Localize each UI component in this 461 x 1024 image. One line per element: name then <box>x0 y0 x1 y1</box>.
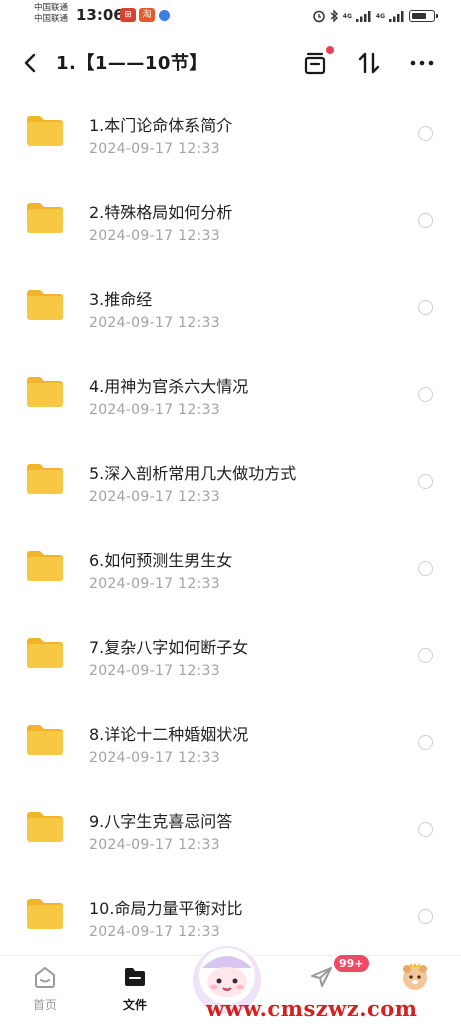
file-name: 3.推命经 <box>89 290 153 309</box>
send-icon <box>311 967 332 987</box>
select-radio[interactable] <box>418 735 433 750</box>
notification-dot-icon <box>159 10 170 21</box>
file-row[interactable]: 2.特殊格局如何分析 2024-09-17 12:33 <box>0 173 461 260</box>
messages-badge: 99+ <box>334 955 369 972</box>
file-name: 10.命局力量平衡对比 <box>89 899 243 918</box>
folder-icon <box>27 290 63 320</box>
back-button[interactable] <box>18 50 44 76</box>
folder-icon <box>27 464 63 494</box>
file-name: 4.用神为官杀六大情况 <box>89 377 249 396</box>
file-name: 1.本门论命体系简介 <box>89 116 233 135</box>
select-radio[interactable] <box>418 300 433 315</box>
signal-1-label: 4G <box>342 12 352 20</box>
file-date: 2024-09-17 12:33 <box>89 663 220 679</box>
file-date: 2024-09-17 12:33 <box>89 837 220 853</box>
folder-icon <box>27 638 63 668</box>
file-row[interactable]: 6.如何预测生男生女 2024-09-17 12:33 <box>0 521 461 608</box>
avatar-icon <box>403 963 427 990</box>
sort-button[interactable] <box>354 48 384 78</box>
select-radio[interactable] <box>418 909 433 924</box>
file-date: 2024-09-17 12:33 <box>89 489 220 505</box>
file-row[interactable]: 5.深入剖析常用几大做功方式 2024-09-17 12:33 <box>0 434 461 521</box>
folder-icon <box>27 377 63 407</box>
nav-files-label: 文件 <box>122 998 147 1012</box>
transfer-list-icon <box>304 52 326 75</box>
folder-nav-icon <box>125 968 145 986</box>
transfer-list-button[interactable] <box>300 46 334 78</box>
watermark: www.cmszwz.com <box>206 996 418 1021</box>
folder-icon <box>27 725 63 755</box>
select-radio[interactable] <box>418 561 433 576</box>
more-icon <box>410 60 434 66</box>
folder-icon <box>27 899 63 929</box>
file-date: 2024-09-17 12:33 <box>89 228 220 244</box>
file-name: 2.特殊格局如何分析 <box>89 203 233 222</box>
taobao-notification-icon: 淘 <box>139 8 155 22</box>
more-button[interactable] <box>407 48 437 78</box>
battery-icon <box>409 10 438 22</box>
notification-app-icon: ⊞ <box>120 8 136 22</box>
file-row[interactable]: 1.本门论命体系简介 2024-09-17 12:33 <box>0 86 461 173</box>
select-radio[interactable] <box>418 213 433 228</box>
select-radio[interactable] <box>418 822 433 837</box>
alarm-icon <box>313 10 325 23</box>
file-date: 2024-09-17 12:33 <box>89 750 220 766</box>
file-row[interactable]: 8.详论十二种婚姻状况 2024-09-17 12:33 <box>0 695 461 782</box>
signal-1-icon <box>355 11 371 22</box>
carrier-1: 中国联通 <box>34 3 69 13</box>
file-row[interactable]: 9.八字生克喜忌问答 2024-09-17 12:33 <box>0 782 461 869</box>
nav-home[interactable]: 首页 <box>15 956 75 1024</box>
folder-icon <box>27 551 63 581</box>
page-title: 1.【1——10节】 <box>56 53 208 74</box>
nav-home-label: 首页 <box>32 998 57 1012</box>
folder-icon <box>27 812 63 842</box>
file-date: 2024-09-17 12:33 <box>89 315 220 331</box>
select-radio[interactable] <box>418 126 433 141</box>
file-date: 2024-09-17 12:33 <box>89 402 220 418</box>
file-date: 2024-09-17 12:33 <box>89 576 220 592</box>
file-name: 8.详论十二种婚姻状况 <box>89 725 249 744</box>
file-row[interactable]: 7.复杂八字如何断子女 2024-09-17 12:33 <box>0 608 461 695</box>
select-radio[interactable] <box>418 474 433 489</box>
carrier-2: 中国联通 <box>34 14 69 24</box>
status-time: 13:06 <box>76 6 124 24</box>
notification-dot <box>326 46 334 54</box>
signal-2-label: 4G <box>375 12 385 20</box>
home-icon <box>35 966 55 988</box>
status-bar: 中国联通 中国联通 13:06 ⊞ 淘 4G 4G <box>0 0 461 34</box>
sort-icon <box>358 52 380 74</box>
bluetooth-icon <box>330 9 338 23</box>
folder-icon <box>27 203 63 233</box>
page-header: 1.【1——10节】 <box>0 38 461 86</box>
file-row[interactable]: 3.推命经 2024-09-17 12:33 <box>0 260 461 347</box>
file-name: 7.复杂八字如何断子女 <box>89 638 249 657</box>
signal-2-icon <box>389 11 404 22</box>
nav-files[interactable]: 文件 <box>105 956 165 1024</box>
file-row[interactable]: 4.用神为官杀六大情况 2024-09-17 12:33 <box>0 347 461 434</box>
file-list: 1.本门论命体系简介 2024-09-17 12:33 2.特殊格局如何分析 2024… <box>0 86 461 956</box>
back-icon <box>24 53 36 73</box>
file-name: 6.如何预测生男生女 <box>89 551 233 570</box>
file-date: 2024-09-17 12:33 <box>89 141 220 157</box>
carrier-info: 中国联通 中国联通 <box>34 3 68 25</box>
file-name: 9.八字生克喜忌问答 <box>89 812 233 831</box>
file-name: 5.深入剖析常用几大做功方式 <box>89 464 297 483</box>
folder-icon <box>27 116 63 146</box>
select-radio[interactable] <box>418 648 433 663</box>
select-radio[interactable] <box>418 387 433 402</box>
system-icons: 4G 4G <box>312 8 438 24</box>
